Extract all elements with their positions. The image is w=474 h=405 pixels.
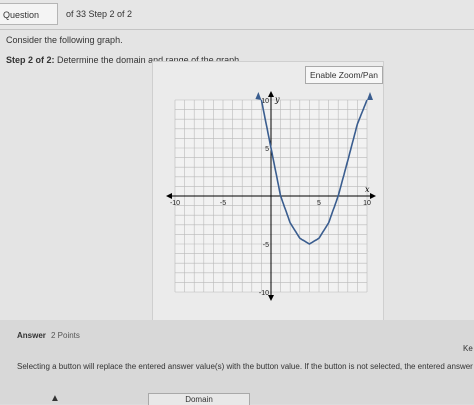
question-selector[interactable]: Question 13▼ [0,3,58,42]
mouse-cursor-icon: ▲ [50,393,60,404]
enable-zoom-pan-button[interactable]: Enable Zoom/Pan [305,66,383,84]
x-tick-label: 5 [317,200,321,207]
y-axis-up-arrow-icon [268,91,274,97]
function-graph[interactable]: xy-10 -5 5 10105-5-10 [155,90,381,305]
y-tick-label: -5 [263,242,269,249]
keypad-label: Ke [463,344,473,353]
points-label: 2 Points [51,331,80,340]
y-axis-label: y [274,95,280,104]
y-tick-label: 5 [265,146,269,153]
answer-area: Answer 2 Points Ke Selecting a button wi… [0,320,474,405]
x-tick-label: -5 [220,200,226,207]
question-prompt: Consider the following graph. [6,35,123,45]
x-axis-left-arrow-icon [166,193,172,199]
answer-label: Answer [17,331,46,340]
x-axis-right-arrow-icon [370,193,376,199]
curve-right-arrow-icon [367,92,373,100]
x-tick-label: -10 [170,200,180,207]
progress-text: of 33 Step 2 of 2 [66,9,133,19]
domain-button[interactable]: Domain [148,393,250,405]
x-tick-label: 10 [363,200,371,207]
y-tick-label: -10 [259,290,269,297]
x-axis-label: x [365,185,370,194]
top-bar: Question 13▼ of 33 Step 2 of 2 [0,0,474,42]
answer-hint: Selecting a button will replace the ente… [17,362,474,371]
curve-left-arrow-icon [255,92,262,100]
step-label: Step 2 of 2: [6,55,55,65]
